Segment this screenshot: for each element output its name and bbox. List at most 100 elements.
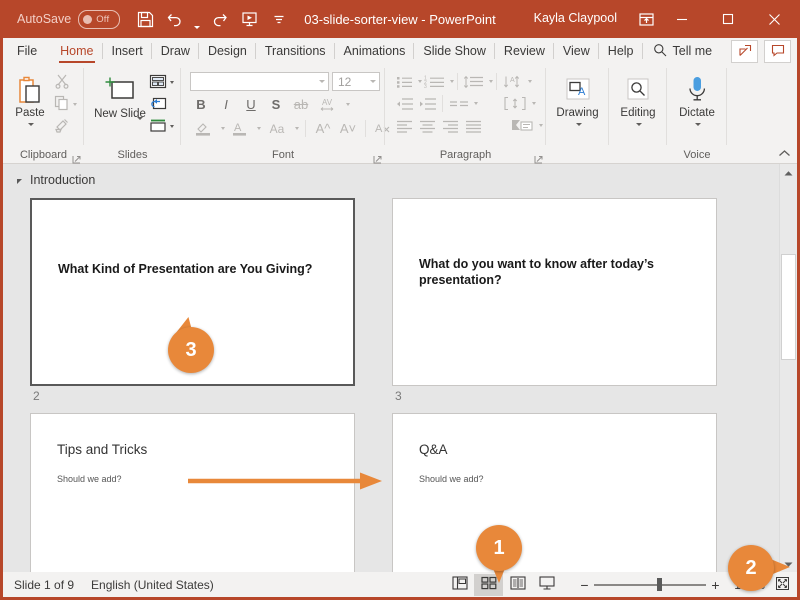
cut-button[interactable] xyxy=(52,72,79,93)
bullets-button[interactable] xyxy=(393,71,416,92)
convert-to-smartart-button[interactable] xyxy=(507,115,537,136)
smartart-dropdown-icon[interactable] xyxy=(539,124,543,127)
slide-thumbnail[interactable]: Q&A Should we add? xyxy=(392,413,717,572)
font-color-button[interactable]: A xyxy=(228,118,252,139)
normal-view-button[interactable] xyxy=(445,574,474,596)
section-header-introduction[interactable]: Introduction xyxy=(3,164,797,187)
bold-button[interactable]: B xyxy=(190,94,212,115)
tell-me-search[interactable]: Tell me xyxy=(643,38,723,64)
copy-dropdown-icon[interactable] xyxy=(73,103,77,106)
paste-button[interactable]: Paste xyxy=(8,69,52,126)
character-spacing-button[interactable]: AV xyxy=(315,94,341,115)
tab-file[interactable]: File xyxy=(3,38,51,64)
underline-button[interactable]: U xyxy=(240,94,262,115)
start-from-beginning-icon[interactable] xyxy=(234,5,264,33)
collapse-ribbon-button[interactable] xyxy=(777,146,791,160)
slide-thumbnail[interactable]: What do you want to know after today’s p… xyxy=(392,198,717,386)
zoom-slider[interactable] xyxy=(594,578,706,592)
autosave-control[interactable]: AutoSave Off xyxy=(17,9,121,29)
font-size-dropdown-icon[interactable] xyxy=(370,80,376,83)
undo-icon[interactable] xyxy=(160,5,190,33)
user-account-name[interactable]: Kayla Claypool xyxy=(534,11,617,25)
align-text-button[interactable] xyxy=(500,93,530,114)
editing-dropdown-icon[interactable] xyxy=(636,123,642,126)
numbering-button[interactable]: 123 xyxy=(422,71,448,92)
paragraph-dialog-launcher[interactable] xyxy=(534,153,543,164)
font-name-dropdown-icon[interactable] xyxy=(319,80,325,83)
language-indicator[interactable]: English (United States) xyxy=(91,578,214,592)
clipboard-dialog-launcher[interactable] xyxy=(72,153,81,164)
increase-indent-button[interactable] xyxy=(416,93,439,114)
vertical-scrollbar[interactable] xyxy=(779,164,797,572)
save-icon[interactable] xyxy=(130,5,160,33)
text-direction-button[interactable]: A xyxy=(500,71,526,92)
collapse-section-icon[interactable] xyxy=(17,178,22,184)
fit-slide-to-window-button[interactable] xyxy=(771,575,793,595)
tab-design[interactable]: Design xyxy=(199,38,256,64)
undo-dropdown-icon[interactable] xyxy=(190,1,204,37)
slide-sorter-workspace[interactable]: Introduction What Kind of Presentation a… xyxy=(3,164,797,572)
increase-font-size-button[interactable]: A^ xyxy=(312,118,334,139)
text-highlight-color-button[interactable] xyxy=(190,118,216,139)
columns-button[interactable] xyxy=(446,93,472,114)
layout-dropdown-icon[interactable] xyxy=(170,81,174,84)
zoom-out-button[interactable]: − xyxy=(575,577,594,593)
ribbon-display-options-icon[interactable] xyxy=(634,8,658,30)
line-spacing-button[interactable] xyxy=(461,71,487,92)
tab-help[interactable]: Help xyxy=(599,38,643,64)
drawing-dropdown-icon[interactable] xyxy=(575,123,582,126)
text-direction-dropdown-icon[interactable] xyxy=(528,80,532,83)
share-button[interactable] xyxy=(731,40,758,63)
new-slide-dropdown-icon[interactable] xyxy=(137,117,143,120)
text-highlight-dropdown-icon[interactable] xyxy=(221,127,225,130)
drawing-button[interactable]: A Drawing xyxy=(551,69,604,126)
tab-home[interactable]: Home xyxy=(51,38,103,64)
autosave-toggle[interactable]: Off xyxy=(78,9,121,29)
tab-animations[interactable]: Animations xyxy=(335,38,415,64)
align-left-button[interactable] xyxy=(393,115,416,136)
change-case-button[interactable]: Aa xyxy=(264,118,290,139)
tab-draw[interactable]: Draw xyxy=(152,38,199,64)
section-dropdown-icon[interactable] xyxy=(170,125,174,128)
section-button[interactable] xyxy=(147,116,176,137)
scrollbar-thumb[interactable] xyxy=(781,254,796,360)
character-spacing-dropdown-icon[interactable] xyxy=(346,103,350,106)
slide-item-3[interactable]: What do you want to know after today’s p… xyxy=(392,198,719,403)
tab-slide-show[interactable]: Slide Show xyxy=(414,38,495,64)
scroll-up-button[interactable] xyxy=(780,164,797,181)
font-size-input[interactable]: 12 xyxy=(332,72,380,91)
slide-thumbnail[interactable]: Tips and Tricks Should we add? xyxy=(30,413,355,572)
copy-button[interactable] xyxy=(52,94,79,115)
maximize-button[interactable] xyxy=(705,0,751,38)
change-case-dropdown-icon[interactable] xyxy=(295,127,299,130)
italic-button[interactable]: I xyxy=(215,94,237,115)
decrease-font-size-button[interactable]: A˅ xyxy=(337,118,359,139)
slide-item-qa[interactable]: Q&A Should we add? xyxy=(392,413,719,572)
close-button[interactable] xyxy=(751,0,797,38)
font-name-input[interactable] xyxy=(190,72,329,91)
numbering-dropdown-icon[interactable] xyxy=(450,80,454,83)
align-text-dropdown-icon[interactable] xyxy=(532,102,536,105)
comments-button[interactable] xyxy=(764,40,791,63)
redo-icon[interactable] xyxy=(204,5,234,33)
font-dialog-launcher[interactable] xyxy=(373,153,382,164)
strikethrough-button[interactable]: ab xyxy=(290,94,312,115)
layout-button[interactable] xyxy=(147,72,176,93)
align-right-button[interactable] xyxy=(439,115,462,136)
customize-quick-access-toolbar-icon[interactable] xyxy=(264,5,294,33)
slide-show-button[interactable] xyxy=(532,574,561,596)
decrease-indent-button[interactable] xyxy=(393,93,416,114)
zoom-in-button[interactable]: + xyxy=(706,577,725,593)
tab-transitions[interactable]: Transitions xyxy=(256,38,335,64)
dictate-button[interactable]: Dictate xyxy=(672,69,722,126)
tab-insert[interactable]: Insert xyxy=(103,38,152,64)
tab-review[interactable]: Review xyxy=(495,38,554,64)
reset-button[interactable] xyxy=(147,94,176,115)
slide-item-tips-and-tricks[interactable]: Tips and Tricks Should we add? xyxy=(30,413,357,572)
line-spacing-dropdown-icon[interactable] xyxy=(489,80,493,83)
format-painter-button[interactable] xyxy=(52,116,79,137)
columns-dropdown-icon[interactable] xyxy=(474,102,478,105)
zoom-slider-handle[interactable] xyxy=(657,578,662,591)
minimize-button[interactable] xyxy=(659,0,705,38)
font-color-dropdown-icon[interactable] xyxy=(257,127,261,130)
